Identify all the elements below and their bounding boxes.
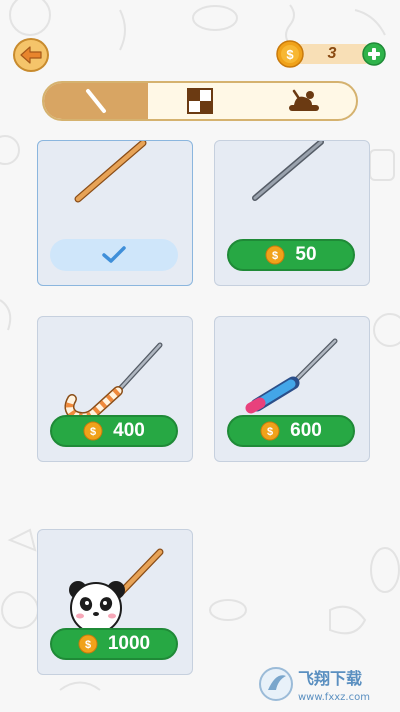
item-card-pencil-needle[interactable]: $ 600 — [214, 316, 370, 462]
item-card-wooden-stick[interactable] — [37, 140, 193, 286]
coin-icon: $ — [78, 634, 98, 654]
svg-text:$: $ — [267, 426, 273, 438]
buy-button-candy-cane-needle[interactable]: $ 400 — [50, 415, 178, 447]
item-grid: $ 50 $ 400 $ 600 $ 1000 — [0, 0, 400, 712]
svg-text:$: $ — [272, 250, 278, 262]
coin-icon: $ — [83, 421, 103, 441]
coin-icon: $ — [265, 245, 285, 265]
item-card-metal-rod[interactable]: $ 50 — [214, 140, 370, 286]
watermark-url: www.fxxz.com — [298, 692, 370, 703]
checkmark-icon — [102, 246, 126, 263]
price-label: 1000 — [107, 633, 151, 654]
item-card-panda-stick[interactable]: $ 1000 — [37, 529, 193, 675]
price-label: 400 — [113, 420, 145, 441]
price-label: 600 — [290, 420, 322, 441]
buy-button-panda-stick[interactable]: $ 1000 — [50, 628, 178, 660]
watermark-logo: 飞翔下载 www.fxxz.com — [259, 667, 370, 703]
item-card-candy-cane-needle[interactable]: $ 400 — [37, 316, 193, 462]
buy-button-pencil-needle[interactable]: $ 600 — [227, 415, 355, 447]
svg-text:$: $ — [85, 639, 91, 651]
watermark-text: 飞翔下载 — [298, 669, 362, 688]
price-label: 50 — [295, 244, 317, 265]
coin-icon: $ — [260, 421, 280, 441]
buy-button-metal-rod[interactable]: $ 50 — [227, 239, 355, 271]
selected-indicator — [50, 239, 178, 271]
svg-text:$: $ — [90, 426, 96, 438]
